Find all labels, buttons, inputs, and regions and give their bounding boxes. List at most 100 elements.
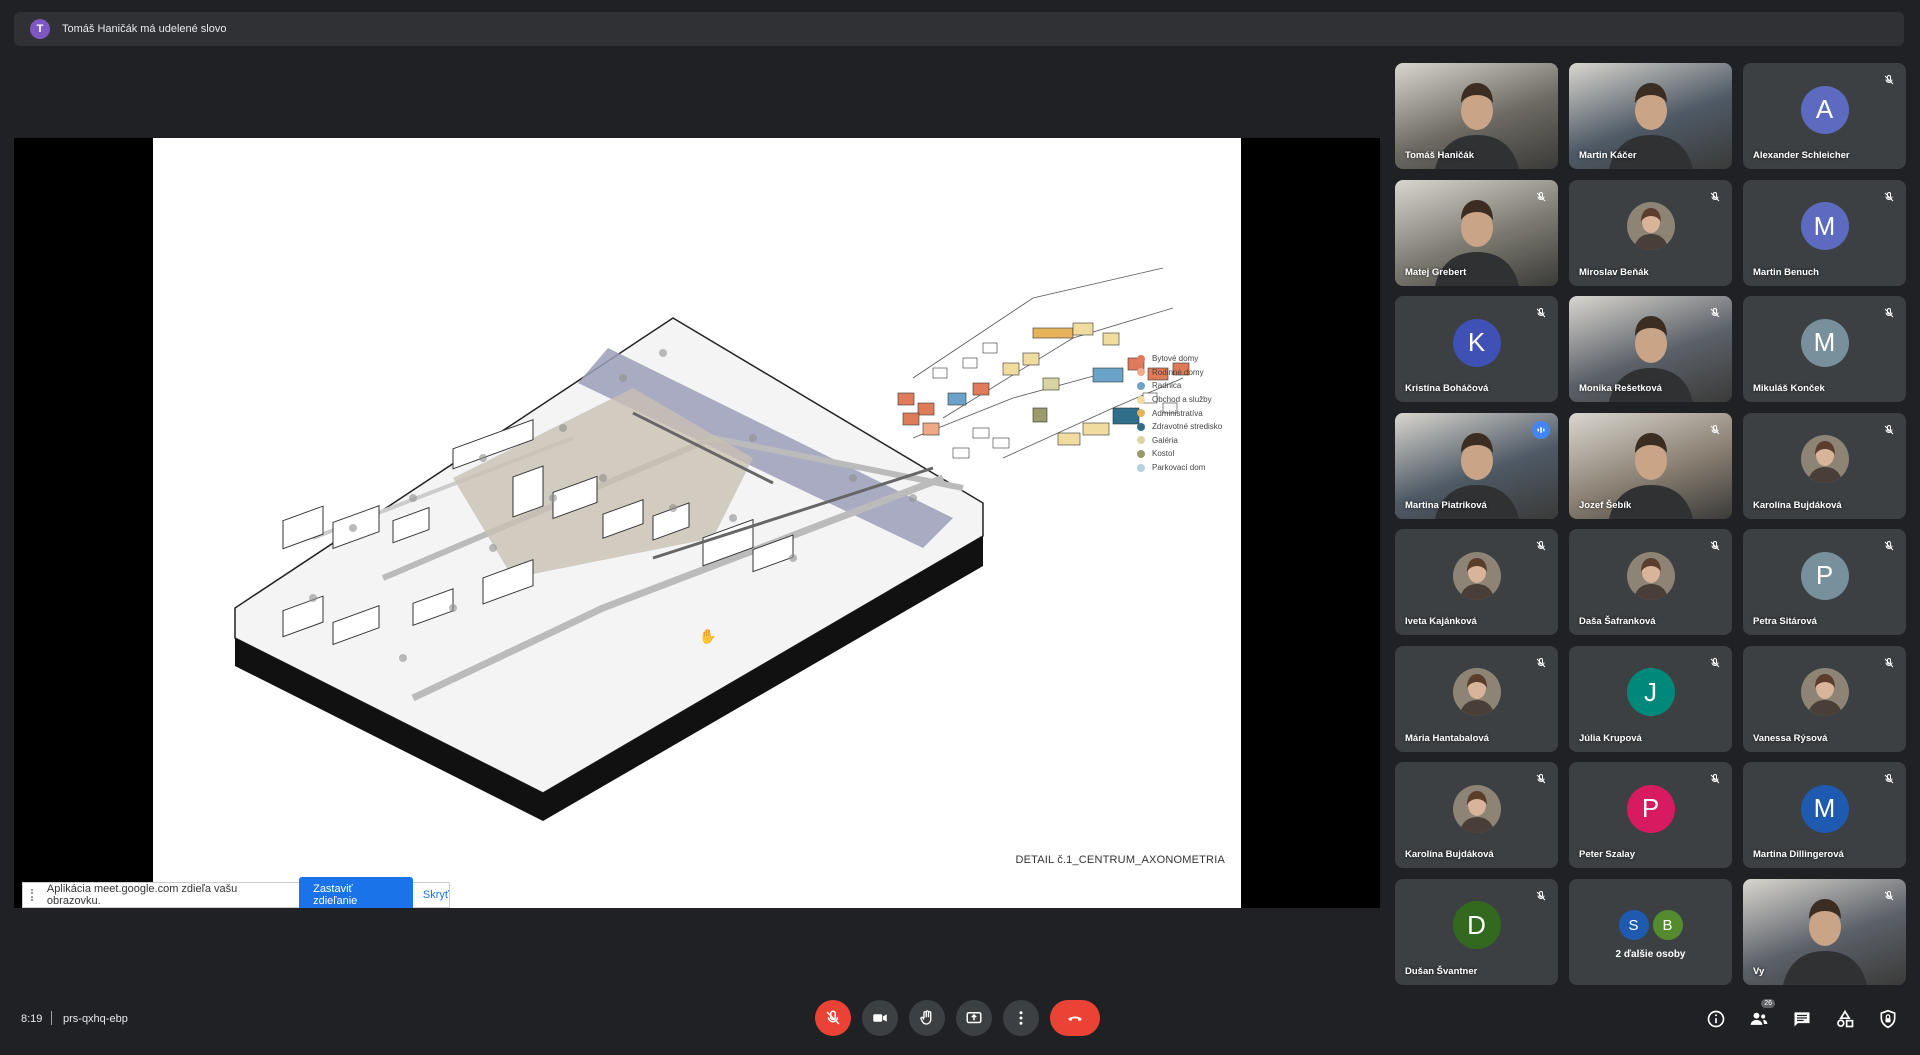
participant-tile[interactable]: A Alexander Schleicher [1743, 63, 1906, 169]
drag-grip-icon[interactable] [31, 889, 39, 901]
participant-name: Vy [1753, 965, 1765, 977]
participant-name: Peter Szalay [1579, 849, 1635, 860]
mic-off-icon [1884, 773, 1894, 784]
muted-indicator [1880, 654, 1898, 672]
participant-tile[interactable]: M Martin Benuch [1743, 179, 1906, 286]
more-participants-label: 2 ďalšie osoby [1615, 948, 1686, 960]
participant-tile[interactable]: P Petra Sitárová [1743, 529, 1906, 635]
present-screen-button[interactable] [956, 1000, 992, 1036]
legend-item: Kostol [1137, 447, 1222, 461]
participant-tile[interactable]: Iveta Kajánková [1395, 529, 1558, 635]
participant-tile[interactable]: P Peter Szalay [1569, 762, 1732, 868]
muted-indicator [1880, 887, 1898, 905]
avatar: S [1618, 910, 1649, 941]
participant-tile[interactable]: Miroslav Beňák [1569, 179, 1732, 286]
participant-name: Karolína Bujdáková [1405, 849, 1494, 860]
participant-tile[interactable]: K Kristína Boháčová [1395, 296, 1558, 402]
mic-off-icon [1536, 657, 1546, 667]
mic-off-icon [1884, 307, 1894, 318]
legend-swatch [1137, 436, 1145, 445]
legend-swatch [1137, 449, 1145, 458]
meeting-details-button[interactable] [1704, 1007, 1728, 1031]
participant-tile[interactable]: M Mikuláš Konček [1743, 296, 1906, 402]
participant-name: Monika Rešetková [1579, 383, 1662, 394]
participant-tile[interactable]: SB 2 ďalšie osoby [1569, 878, 1732, 985]
legend-label: Obchod a služby [1152, 395, 1212, 405]
participant-tile[interactable]: Martin Káčer [1569, 63, 1732, 169]
legend-label: Galéria [1152, 435, 1178, 445]
mic-off-icon [1710, 773, 1720, 784]
mic-off-icon [1884, 540, 1894, 551]
stop-sharing-button[interactable]: Zastaviť zdieľanie [299, 877, 413, 908]
participant-tile[interactable]: Karolína Bujdáková [1743, 412, 1906, 519]
avatar [1452, 668, 1501, 717]
mic-off-icon [1710, 540, 1720, 551]
participant-tile[interactable]: Matej Grebert [1395, 179, 1558, 286]
hide-notice-link[interactable]: Skryť [423, 889, 449, 901]
participant-tile[interactable]: Vanessa Rýsová [1743, 645, 1906, 752]
more-options-button[interactable] [1003, 1000, 1039, 1036]
audio-level-icon [1537, 426, 1545, 433]
mic-off-icon [1536, 890, 1546, 900]
mic-off-icon [1710, 657, 1720, 667]
legend-swatch [1137, 368, 1145, 377]
banner-avatar: T [30, 19, 50, 39]
muted-indicator [1706, 188, 1724, 206]
participant-name: Daša Šafranková [1579, 616, 1656, 627]
participant-tile[interactable]: D Dušan Švantner [1395, 878, 1558, 985]
participant-tile[interactable]: Monika Rešetková [1569, 296, 1732, 402]
banner-text: Tomáš Haničák má udelené slovo [62, 23, 227, 35]
presentation-stage: Bytové domy Rodinné domy Radnica Obchod a s… [14, 138, 1380, 908]
mic-off-icon [1710, 191, 1720, 201]
muted-indicator [1706, 537, 1724, 555]
participant-tile[interactable]: Vy [1743, 878, 1906, 985]
mic-off-icon [826, 1010, 840, 1025]
avatar: P [1626, 784, 1675, 833]
participant-tile[interactable]: Mária Hantabalová [1395, 645, 1558, 752]
call-controls [815, 1000, 1111, 1036]
legend-label: Rodinné domy [1152, 367, 1204, 377]
activities-button[interactable] [1833, 1007, 1857, 1031]
raise-hand-button[interactable] [909, 1000, 945, 1036]
mic-off-icon [1884, 890, 1894, 900]
muted-indicator [1532, 887, 1550, 905]
avatar: M [1800, 318, 1849, 367]
legend-label: Kostol [1152, 449, 1175, 459]
participant-name: Karolína Bujdáková [1753, 499, 1842, 511]
legend-swatch [1137, 354, 1145, 363]
muted-indicator [1880, 770, 1898, 788]
camera-toggle-button[interactable] [862, 1000, 898, 1036]
host-controls-button[interactable] [1876, 1007, 1900, 1031]
avatar [1452, 551, 1501, 600]
participant-tile[interactable]: J Júlia Krupová [1569, 645, 1732, 752]
participant-tile[interactable]: Tomáš Haničák [1395, 63, 1558, 169]
people-count-badge: 26 [1761, 999, 1775, 1008]
mic-off-icon [1536, 540, 1546, 551]
legend-item: Parkovací dom [1137, 461, 1222, 475]
legend-label: Administratíva [1152, 408, 1203, 418]
participant-tile[interactable]: M Martina Dillingerová [1743, 762, 1906, 868]
mic-off-icon [1884, 657, 1894, 667]
people-button[interactable]: 26 [1747, 999, 1775, 1031]
avatar [1800, 668, 1849, 717]
avatar [1452, 784, 1501, 833]
side-panel-buttons: 26 [1685, 999, 1900, 1031]
avatar: A [1800, 85, 1849, 134]
chat-button[interactable] [1790, 1007, 1814, 1031]
participant-tile[interactable]: Karolína Bujdáková [1395, 762, 1558, 868]
camera-icon [873, 1014, 887, 1022]
participant-name: Iveta Kajánková [1405, 616, 1477, 627]
participant-tile[interactable]: Daša Šafranková [1569, 529, 1732, 635]
microphone-toggle-button[interactable] [815, 1000, 851, 1036]
leave-call-button[interactable] [1050, 1000, 1100, 1036]
avatar [1626, 551, 1675, 600]
legend-swatch [1137, 381, 1145, 390]
participants-grid: Tomáš Haničák Martin Káčer A Alexander Schl… [1395, 63, 1906, 985]
participant-tile[interactable]: Martina Piatriková [1395, 412, 1558, 519]
muted-indicator [1532, 304, 1550, 322]
participant-name: Martin Káčer [1579, 150, 1637, 161]
avatar: K [1452, 318, 1501, 367]
participant-tile[interactable]: Jozef Šebík [1569, 412, 1732, 519]
participant-name: Martina Piatriková [1405, 499, 1487, 511]
mic-off-icon [1884, 424, 1894, 434]
